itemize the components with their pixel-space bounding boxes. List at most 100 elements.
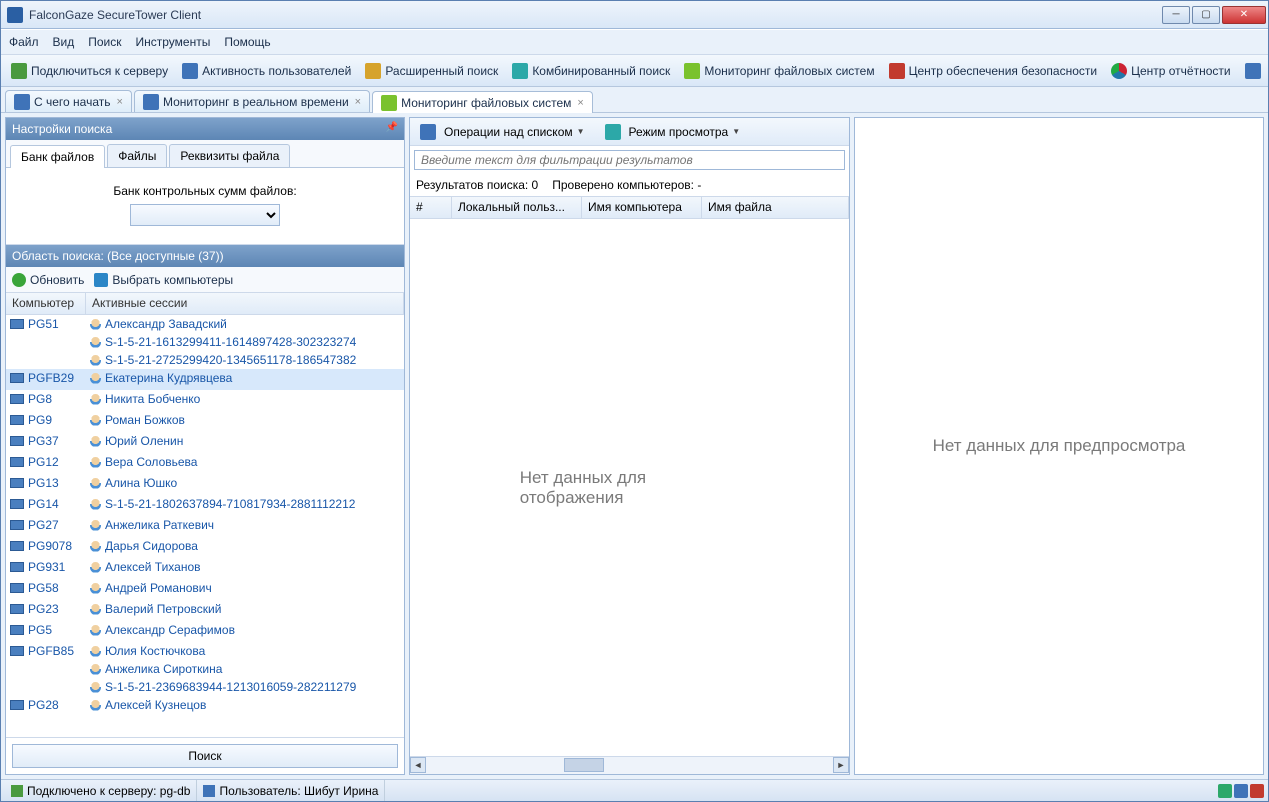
col-computer[interactable]: Компьютер — [6, 293, 86, 314]
table-row[interactable]: PG931Алексей Тиханов — [6, 558, 404, 579]
close-icon[interactable]: × — [117, 96, 123, 108]
user-icon — [90, 355, 101, 366]
computer-icon — [10, 457, 24, 467]
table-row[interactable]: PG23Валерий Петровский — [6, 600, 404, 621]
col-computer-name[interactable]: Имя компьютера — [582, 197, 702, 218]
reports-button[interactable]: Центр отчётности — [1105, 58, 1237, 84]
horizontal-scrollbar[interactable]: ◄ ► — [410, 756, 849, 774]
session-item[interactable]: Никита Бобченко — [86, 390, 404, 408]
table-row[interactable]: PG58Андрей Романович — [6, 579, 404, 600]
tab-realtime[interactable]: Мониторинг в реальном времени× — [134, 90, 370, 112]
menu-view[interactable]: Вид — [53, 35, 75, 49]
session-item[interactable]: Юрий Оленин — [86, 432, 404, 450]
session-item[interactable]: Анжелика Раткевич — [86, 516, 404, 534]
subtab-bank[interactable]: Банк файлов — [10, 145, 105, 168]
col-number[interactable]: # — [410, 197, 452, 218]
computer-name: PGFB29 — [28, 371, 74, 385]
table-row[interactable]: PGFB85Юлия КостючковаАнжелика СироткинаS… — [6, 642, 404, 696]
table-row[interactable]: PG9Роман Божков — [6, 411, 404, 432]
overflow-button[interactable] — [1239, 58, 1268, 84]
status-indicator-1-icon[interactable] — [1218, 784, 1232, 798]
table-row[interactable]: PG51Александр ЗавадскийS-1-5-21-16132994… — [6, 315, 404, 369]
close-icon[interactable]: × — [355, 96, 361, 108]
scroll-thumb[interactable] — [564, 758, 604, 772]
scroll-right-icon[interactable]: ► — [833, 757, 849, 773]
table-row[interactable]: PG14S-1-5-21-1802637894-710817934-288111… — [6, 495, 404, 516]
computer-grid-body[interactable]: PG51Александр ЗавадскийS-1-5-21-16132994… — [6, 315, 404, 737]
session-item[interactable]: S-1-5-21-2369683944-1213016059-282211279 — [86, 678, 404, 696]
menu-file[interactable]: Файл — [9, 35, 39, 49]
status-indicator-2-icon[interactable] — [1234, 784, 1248, 798]
menu-search[interactable]: Поиск — [88, 35, 121, 49]
col-local-user[interactable]: Локальный польз... — [452, 197, 582, 218]
session-label: Александр Серафимов — [105, 623, 235, 637]
tab-fsmon[interactable]: Мониторинг файловых систем× — [372, 91, 593, 113]
session-item[interactable]: Алексей Кузнецов — [86, 696, 404, 714]
session-item[interactable]: Дарья Сидорова — [86, 537, 404, 555]
session-item[interactable]: Юлия Костючкова — [86, 642, 404, 660]
computer-icon — [10, 499, 24, 509]
close-button[interactable]: ✕ — [1222, 6, 1266, 24]
session-item[interactable]: Алина Юшко — [86, 474, 404, 492]
table-row[interactable]: PG8Никита Бобченко — [6, 390, 404, 411]
table-row[interactable]: PGFB29 Екатерина Кудрявцева — [6, 369, 404, 390]
session-item[interactable]: Роман Божков — [86, 411, 404, 429]
session-item[interactable]: S-1-5-21-1613299411-1614897428-302323274 — [86, 333, 404, 351]
connect-button[interactable]: Подключиться к серверу — [5, 58, 174, 84]
session-item[interactable]: Александр Серафимов — [86, 621, 404, 639]
maximize-button[interactable]: ▢ — [1192, 6, 1220, 24]
table-row[interactable]: PG27Анжелика Раткевич — [6, 516, 404, 537]
table-row[interactable]: PG5 Александр Серафимов — [6, 621, 404, 642]
advanced-search-button[interactable]: Расширенный поиск — [359, 58, 504, 84]
session-item[interactable]: Валерий Петровский — [86, 600, 404, 618]
session-item[interactable]: Александр Завадский — [86, 315, 404, 333]
computer-name: PG5 — [28, 623, 52, 637]
session-label: Юрий Оленин — [105, 434, 183, 448]
settings-subtabs: Банк файлов Файлы Реквизиты файла — [6, 140, 404, 168]
pin-icon[interactable]: 📌 — [386, 122, 398, 133]
close-icon[interactable]: × — [577, 97, 583, 109]
computer-icon — [10, 646, 24, 656]
table-row[interactable]: PG37Юрий Оленин — [6, 432, 404, 453]
fs-monitoring-button[interactable]: Мониторинг файловых систем — [678, 58, 880, 84]
list-icon — [14, 94, 30, 110]
combined-search-button[interactable]: Комбинированный поиск — [506, 58, 676, 84]
computer-icon — [10, 478, 24, 488]
refresh-button[interactable]: Обновить — [12, 273, 84, 287]
list-operations-dropdown[interactable]: Операции над списком ▼ — [414, 122, 591, 142]
user-icon — [90, 319, 101, 330]
table-row[interactable]: PG28Алексей Кузнецов — [6, 696, 404, 717]
refresh-icon — [12, 273, 26, 287]
table-row[interactable]: PG9078Дарья Сидорова — [6, 537, 404, 558]
computer-icon — [10, 625, 24, 635]
session-item[interactable]: S-1-5-21-2725299420-1345651178-186547382 — [86, 351, 404, 369]
menu-tools[interactable]: Инструменты — [136, 35, 211, 49]
menu-help[interactable]: Помощь — [224, 35, 270, 49]
search-button[interactable]: Поиск — [12, 744, 398, 768]
session-item[interactable]: Екатерина Кудрявцева — [86, 369, 404, 387]
tab-start[interactable]: С чего начать× — [5, 90, 132, 112]
session-item[interactable]: Андрей Романович — [86, 579, 404, 597]
users-icon — [182, 63, 198, 79]
scroll-left-icon[interactable]: ◄ — [410, 757, 426, 773]
filter-input[interactable] — [415, 151, 844, 169]
session-item[interactable]: Анжелика Сироткина — [86, 660, 404, 678]
activity-button[interactable]: Активность пользователей — [176, 58, 357, 84]
subtab-props[interactable]: Реквизиты файла — [169, 144, 290, 167]
table-row[interactable]: PG12Вера Соловьева — [6, 453, 404, 474]
subtab-files[interactable]: Файлы — [107, 144, 167, 167]
col-file-name[interactable]: Имя файла — [702, 197, 849, 218]
bank-select[interactable] — [130, 204, 280, 226]
table-row[interactable]: PG13Алина Юшко — [6, 474, 404, 495]
select-computers-button[interactable]: Выбрать компьютеры — [94, 273, 233, 287]
security-center-button[interactable]: Центр обеспечения безопасности — [883, 58, 1104, 84]
filter-box — [414, 150, 845, 170]
col-sessions[interactable]: Активные сессии — [86, 293, 404, 314]
session-item[interactable]: Алексей Тиханов — [86, 558, 404, 576]
session-label: S-1-5-21-2725299420-1345651178-186547382 — [105, 353, 356, 367]
session-item[interactable]: S-1-5-21-1802637894-710817934-2881112212 — [86, 495, 404, 513]
view-mode-dropdown[interactable]: Режим просмотра ▼ — [599, 122, 747, 142]
session-item[interactable]: Вера Соловьева — [86, 453, 404, 471]
status-indicator-3-icon[interactable] — [1250, 784, 1264, 798]
minimize-button[interactable]: ─ — [1162, 6, 1190, 24]
